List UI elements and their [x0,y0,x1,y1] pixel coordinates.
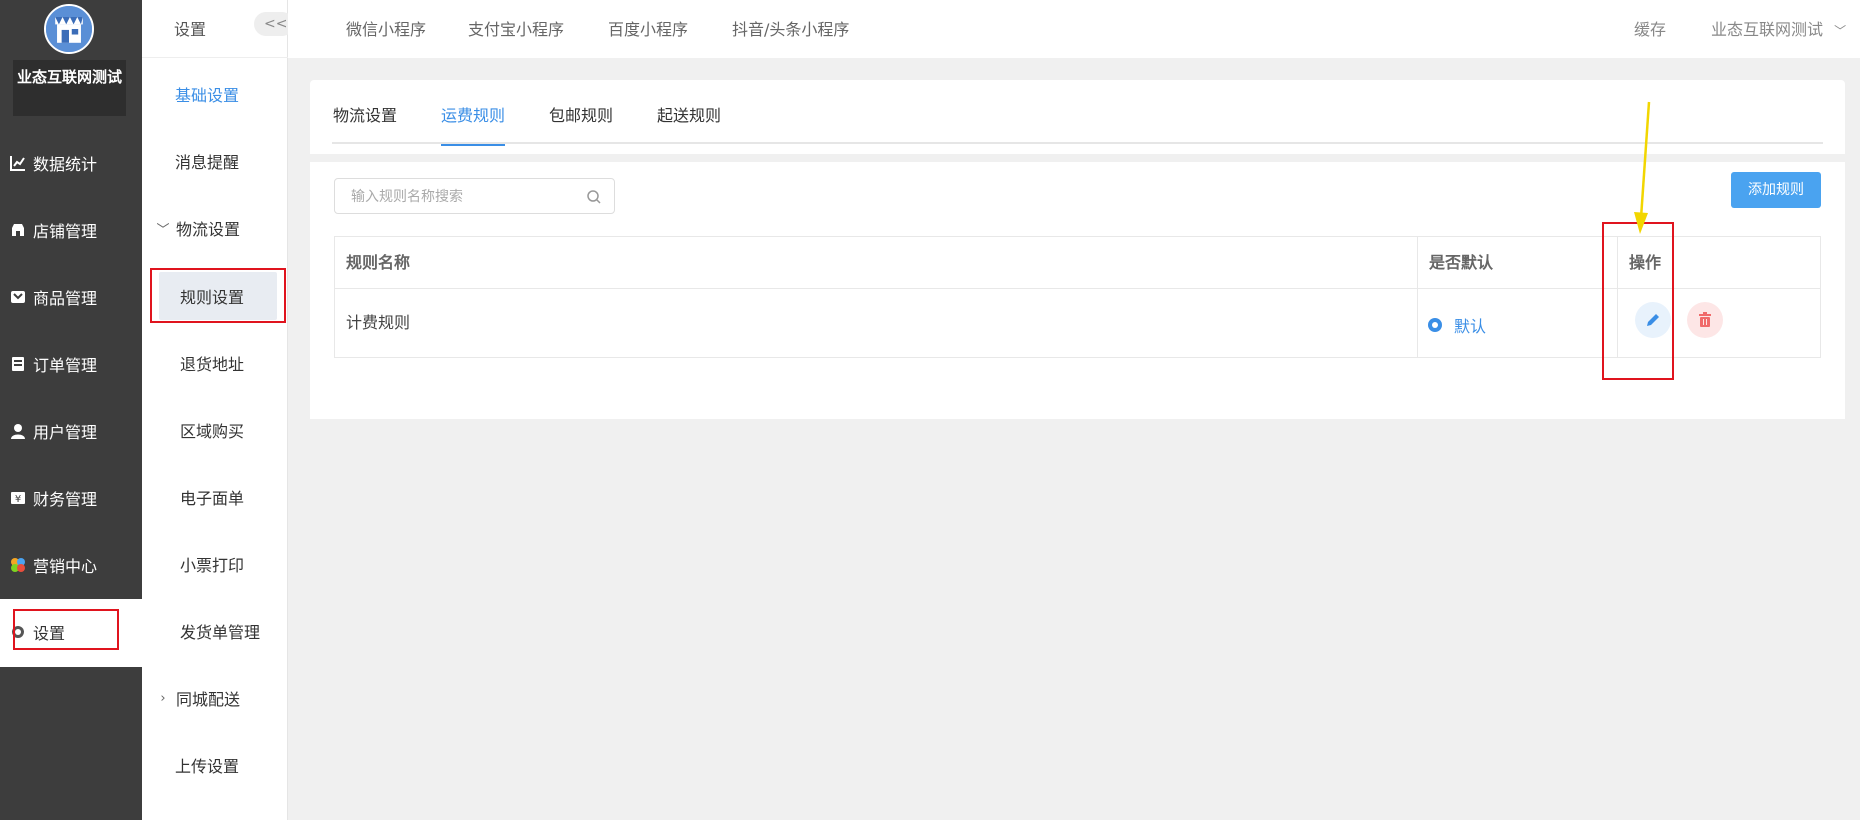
subnav-item-upload-settings[interactable]: 上传设置 [142,747,288,783]
shop-name: 业态互联网测试 [13,60,126,116]
annotation-arrow [1634,101,1651,234]
app-root: 业态互联网测试 数据统计 店铺管理 商品管理 订单管理 用户管理 ¥ 财务管理 … [0,0,1860,820]
account-menu[interactable]: 业态互联网测试 ﹀ [1711,16,1846,40]
subnav-item-area-purchase[interactable]: 区域购买 [142,412,288,448]
column-header-is-default: 是否默认 [1429,253,1494,272]
tabs-card: 物流设置 运费规则 包邮规则 起送规则 [310,80,1845,154]
product-icon [10,289,26,305]
sidebar-item-label: 商品管理 [33,289,98,308]
subnav-item-shipping-docs[interactable]: 发货单管理 [142,613,288,649]
add-rule-button[interactable]: 添加规则 [1731,172,1821,208]
default-radio[interactable]: 默认 [1428,313,1486,337]
sidebar-item-store[interactable]: 店铺管理 [0,210,142,250]
sidebar-item-label: 财务管理 [33,490,98,509]
sidebar-item-users[interactable]: 用户管理 [0,411,142,451]
subnav-item-return-address[interactable]: 退货地址 [142,345,288,381]
subnav-item-logistics[interactable]: ﹀ 物流设置 [142,210,288,246]
sidebar-item-products[interactable]: 商品管理 [0,277,142,317]
rule-search-box [334,178,615,214]
order-icon [10,356,26,372]
highlight-actions-column [1602,222,1674,380]
column-header-rule-name: 规则名称 [346,253,411,272]
delete-rule-button[interactable] [1687,302,1723,338]
sidebar-item-label: 店铺管理 [33,222,98,241]
sidebar-item-label: 订单管理 [33,356,98,375]
subnav-item-label: 同城配送 [176,690,241,709]
rules-table: 规则名称 是否默认 操作 计费规则 [334,236,1821,358]
rule-search-input[interactable] [335,179,575,213]
top-bar: 微信小程序 支付宝小程序 百度小程序 抖音/头条小程序 缓存 业态互联网测试 ﹀ [288,0,1860,58]
sidebar-item-finance[interactable]: ¥ 财务管理 [0,478,142,518]
rule-name-cell: 计费规则 [346,313,411,332]
subnav-item-receipt-print[interactable]: 小票打印 [142,546,288,582]
subnav-item-basic-settings[interactable]: 基础设置 [142,76,288,112]
account-name: 业态互联网测试 [1711,20,1824,39]
shop-logo [44,4,94,54]
subnav-item-e-waybill[interactable]: 电子面单 [142,479,288,515]
sidebar-item-label: 用户管理 [33,423,98,442]
search-icon[interactable] [586,189,602,205]
subnav-item-message-reminder[interactable]: 消息提醒 [142,143,288,179]
main-sidebar: 业态互联网测试 数据统计 店铺管理 商品管理 订单管理 用户管理 ¥ 财务管理 … [0,0,142,820]
sidebar-item-label: 数据统计 [33,155,98,174]
tab-free-shipping-rules[interactable]: 包邮规则 [549,102,613,144]
tab-min-order-rules[interactable]: 起送规则 [657,102,721,144]
table-header-divider [335,288,1820,289]
tab-shipping-fee-rules[interactable]: 运费规则 [441,102,506,146]
subnav-item-local-delivery[interactable]: › 同城配送 [142,680,288,716]
radio-checked-icon [1428,318,1442,332]
sidebar-item-stats[interactable]: 数据统计 [0,143,142,183]
top-link-alipay[interactable]: 支付宝小程序 [468,16,564,40]
top-link-baidu[interactable]: 百度小程序 [608,16,688,40]
subnav-header: 设置 << [142,0,294,58]
chart-line-icon [10,155,26,171]
top-link-wechat[interactable]: 微信小程序 [346,16,426,40]
tab-logistics-settings[interactable]: 物流设置 [333,102,397,144]
chevron-down-icon: ﹀ [156,222,170,238]
subnav-item-label: 物流设置 [176,220,241,239]
marketing-icon [10,557,26,573]
chevron-down-icon: ﹀ [1834,24,1847,38]
subnav-title: 设置 [174,20,207,39]
highlight-settings-nav [13,609,119,650]
settings-subnav: 设置 << 基础设置 消息提醒 ﹀ 物流设置 规则设置 退货地址 区域购买 电子… [142,0,294,820]
sidebar-item-marketing[interactable]: 营销中心 [0,545,142,585]
trash-icon [1699,312,1711,327]
chevron-right-icon: › [160,690,166,706]
top-link-douyin[interactable]: 抖音/头条小程序 [732,16,849,40]
svg-text:¥: ¥ [15,494,21,505]
sidebar-item-orders[interactable]: 订单管理 [0,344,142,384]
cache-button[interactable]: 缓存 [1634,16,1666,40]
highlight-rule-settings [150,268,286,323]
user-icon [10,423,26,439]
store-icon [10,222,26,238]
sidebar-item-label: 营销中心 [33,557,98,576]
default-label: 默认 [1454,317,1487,336]
finance-icon: ¥ [10,490,26,506]
